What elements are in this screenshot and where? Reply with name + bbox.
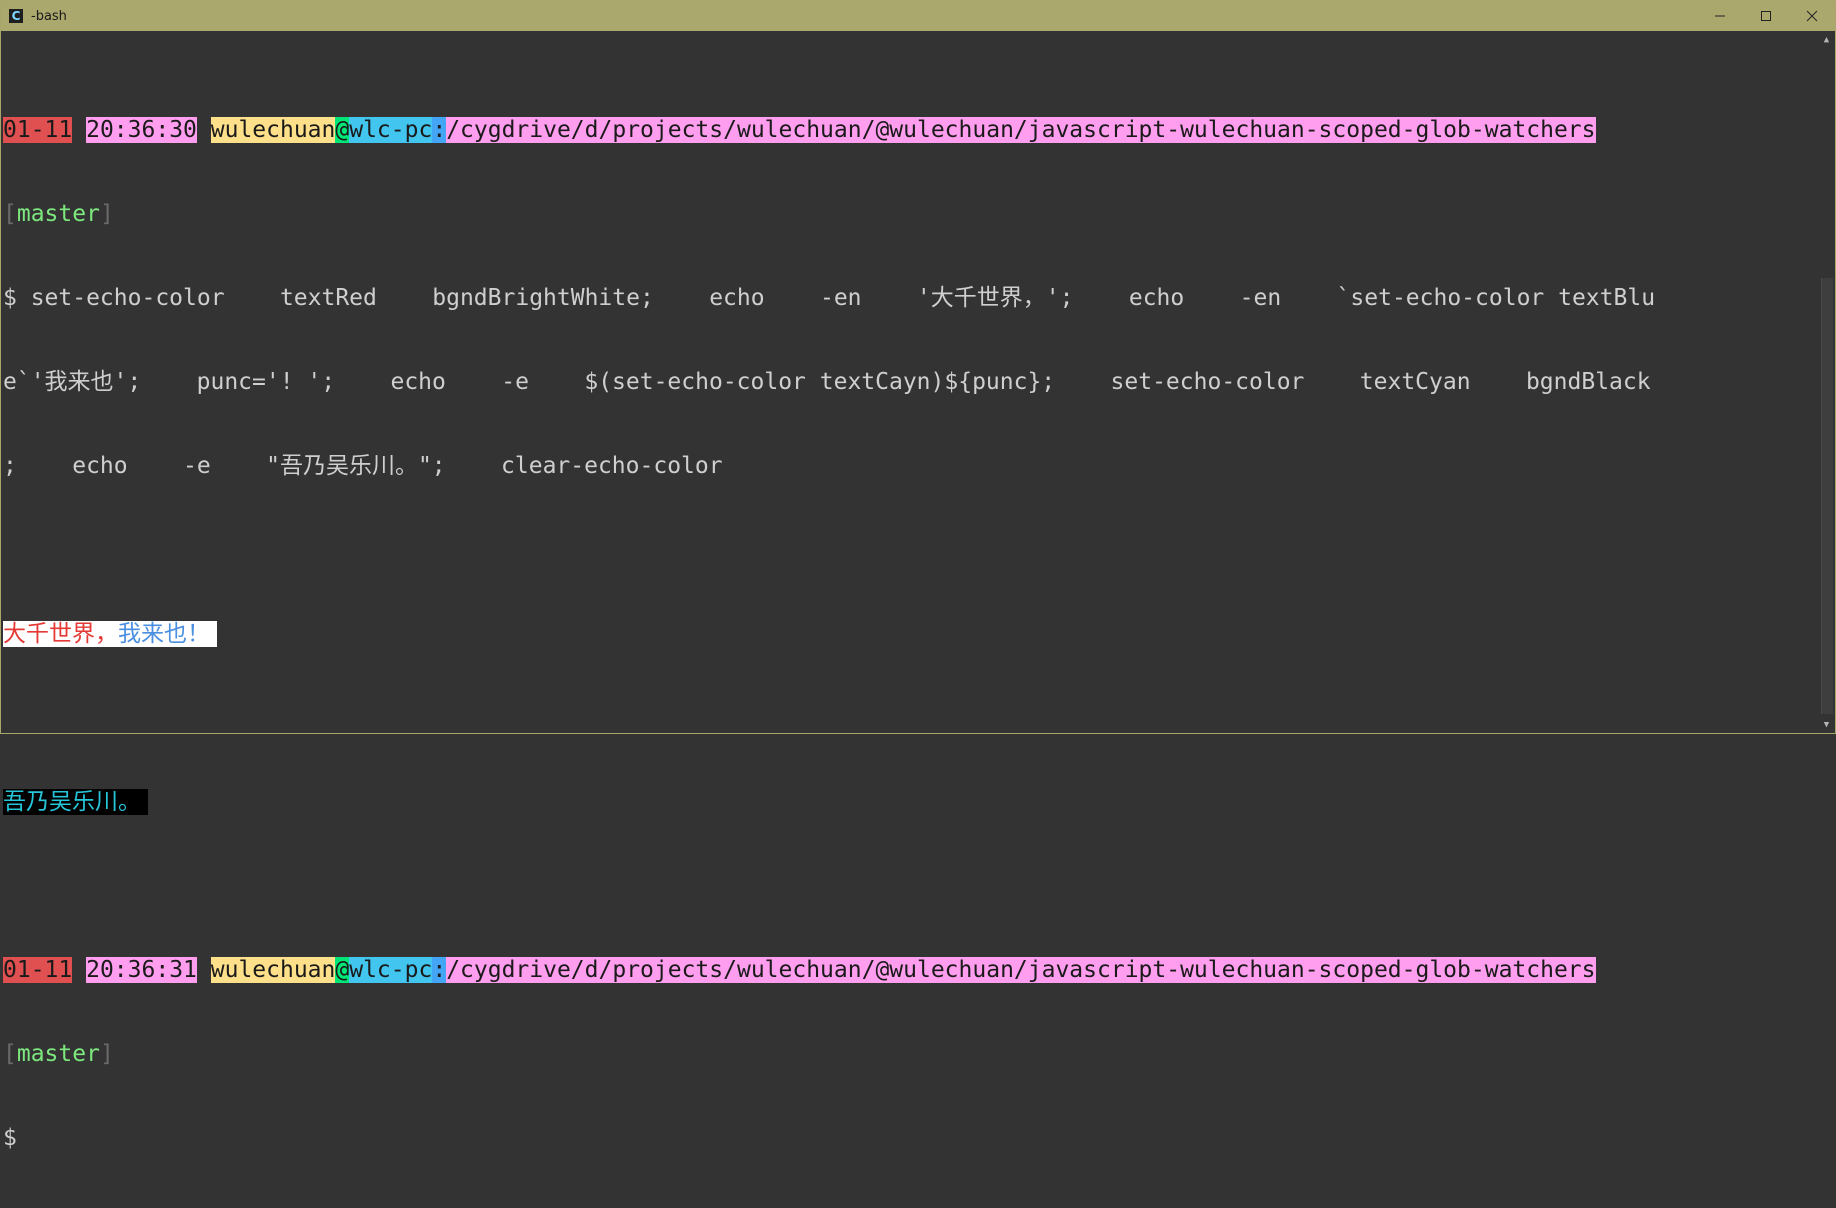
terminal-output[interactable]: 01-11 20:36:30 wulechuan@wlc-pc:/cygdriv…	[3, 60, 1821, 1151]
bracket-close: ]	[99, 1041, 114, 1067]
prompt-at: @	[335, 957, 350, 983]
prompt-line-2: 01-11 20:36:31 wulechuan@wlc-pc:/cygdriv…	[3, 956, 1821, 984]
output-line-2: 吾乃吴乐川。	[3, 788, 1821, 816]
git-branch-line-2: [master]	[3, 1040, 1821, 1068]
close-icon	[1806, 10, 1818, 22]
prompt-input-line[interactable]: $	[3, 1124, 1821, 1152]
prompt-date: 01-11	[3, 957, 73, 983]
bracket-open: [	[3, 1041, 17, 1067]
output-cyan-text-value: 吾乃吴乐川。	[3, 789, 141, 815]
output-red-text: 大千世界，	[3, 621, 118, 647]
cygwin-terminal-icon[interactable]: C	[9, 9, 23, 23]
prompt-host: wlc-pc	[349, 957, 433, 983]
bracket-open: [	[3, 201, 17, 227]
prompt-host: wlc-pc	[349, 117, 433, 143]
bracket-close: ]	[99, 201, 114, 227]
output-cyan-text: 吾乃吴乐川。	[3, 789, 149, 815]
maximize-icon	[1761, 11, 1771, 21]
window-controls	[1697, 1, 1835, 31]
output-colored-text: 大千世界，我来也！	[3, 621, 218, 647]
command-line-3: ; echo -e "吾乃吴乐川。"; clear-echo-color	[3, 453, 723, 479]
output-line-1: 大千世界，我来也！	[3, 620, 1821, 648]
prompt-path: /cygdrive/d/projects/wulechuan/@wulechua…	[446, 957, 1596, 983]
prompt-line-1: 01-11 20:36:30 wulechuan@wlc-pc:/cygdriv…	[3, 116, 1821, 144]
maximize-button[interactable]	[1743, 1, 1789, 31]
command-line-2: e`'我来也'; punc='! '; echo -e $(set-echo-c…	[3, 369, 1651, 395]
prompt-user: wulechuan	[210, 117, 336, 143]
prompt-time: 20:36:31	[86, 957, 197, 983]
prompt-path: /cygdrive/d/projects/wulechuan/@wulechua…	[446, 117, 1596, 143]
prompt-at: @	[335, 117, 350, 143]
window-title: -bash	[31, 8, 67, 24]
title-bar[interactable]: C -bash	[1, 1, 1835, 31]
git-branch: master	[16, 1041, 100, 1067]
prompt-date: 01-11	[3, 117, 73, 143]
prompt-time: 20:36:30	[86, 117, 197, 143]
scroll-down-icon[interactable]: ▼	[1819, 716, 1834, 733]
git-branch: master	[16, 201, 100, 227]
prompt-colon: :	[432, 117, 447, 143]
output-blue-text: 我来也！	[118, 621, 210, 647]
scrollbar-thumb[interactable]	[1821, 278, 1833, 714]
prompt-dollar: $	[3, 1125, 17, 1151]
minimize-button[interactable]	[1697, 1, 1743, 31]
command-line-1: $ set-echo-color textRed bgndBrightWhite…	[3, 285, 1656, 311]
scroll-up-icon[interactable]: ▲	[1819, 31, 1834, 48]
prompt-colon: :	[432, 957, 447, 983]
git-branch-line-1: [master]	[3, 200, 1821, 228]
prompt-user: wulechuan	[210, 957, 336, 983]
close-button[interactable]	[1789, 1, 1835, 31]
terminal-window: C -bash 01-11 20:36:30 wulechuan@wlc-pc:…	[0, 0, 1836, 1151]
vertical-scrollbar[interactable]: ▲ ▼	[1819, 31, 1834, 733]
minimize-icon	[1715, 15, 1725, 17]
